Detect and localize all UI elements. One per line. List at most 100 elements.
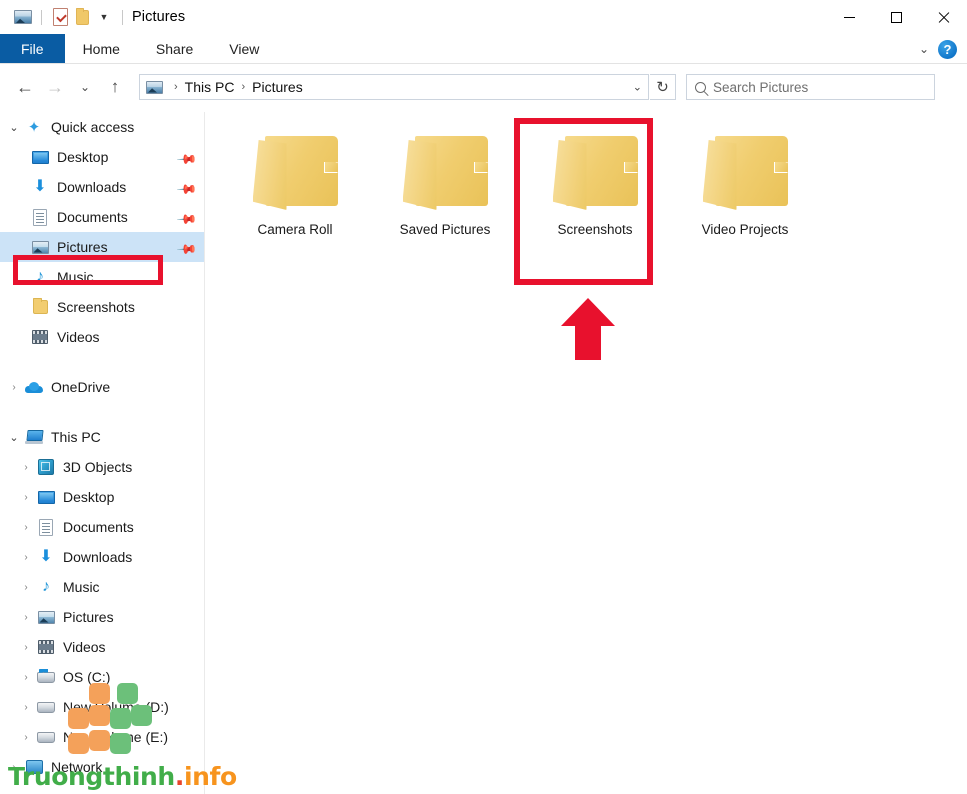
- refresh-button[interactable]: ↻: [650, 74, 676, 100]
- sidebar-item-downloads[interactable]: ⬇ Downloads 📌: [0, 172, 204, 202]
- chevron-right-icon[interactable]: ›: [16, 642, 36, 653]
- sidebar-item-pictures[interactable]: Pictures 📌: [0, 232, 204, 262]
- window-title: Pictures: [132, 9, 186, 25]
- checked-clipboard-icon[interactable]: [49, 6, 71, 28]
- tab-file[interactable]: File: [0, 34, 65, 64]
- drive-icon: [36, 697, 56, 717]
- sidebar-item-music-pc[interactable]: › ♪ Music: [0, 572, 204, 602]
- sidebar-item-downloads-pc[interactable]: › ⬇ Downloads: [0, 542, 204, 572]
- sidebar-group-this-pc[interactable]: ⌄ This PC: [0, 422, 204, 452]
- sidebar-item-label: Videos: [57, 329, 100, 345]
- help-icon[interactable]: ?: [938, 39, 957, 59]
- chevron-right-icon[interactable]: ›: [16, 552, 36, 563]
- folder-item-video-projects[interactable]: Video Projects: [670, 120, 820, 285]
- tab-view[interactable]: View: [211, 34, 277, 64]
- folder-item-camera-roll[interactable]: Camera Roll: [220, 120, 370, 285]
- sidebar-item-videos[interactable]: Videos: [0, 322, 204, 352]
- folder-label: Saved Pictures: [399, 222, 491, 237]
- close-button[interactable]: [920, 0, 967, 34]
- network-icon: [24, 757, 44, 777]
- chevron-right-icon[interactable]: ›: [16, 732, 36, 743]
- chevron-right-icon[interactable]: ›: [16, 522, 36, 533]
- recent-locations-button[interactable]: ⌄: [70, 72, 100, 102]
- chevron-right-icon[interactable]: ›: [4, 762, 24, 773]
- picture-icon: [36, 607, 56, 627]
- address-bar: ← → ⌄ ↑ › This PC › Pictures ⌄ ↻ Search …: [0, 65, 967, 109]
- forward-button[interactable]: →: [40, 72, 70, 102]
- sidebar-group-network[interactable]: › Network: [0, 752, 204, 782]
- folder-label: Video Projects: [701, 222, 789, 237]
- back-button[interactable]: ←: [10, 72, 40, 102]
- folder-icon: [252, 134, 338, 210]
- download-icon: ⬇: [39, 548, 53, 565]
- search-box[interactable]: Search Pictures: [686, 74, 935, 100]
- breadcrumb-item-pictures[interactable]: Pictures: [252, 79, 303, 95]
- star-pin-icon: ✦: [27, 118, 41, 136]
- sidebar-item-label: Desktop: [63, 489, 115, 505]
- breadcrumb-picture-icon: [146, 80, 163, 94]
- sidebar-item-videos-pc[interactable]: › Videos: [0, 632, 204, 662]
- chevron-down-icon[interactable]: ⌄: [4, 121, 24, 134]
- up-button[interactable]: ↑: [100, 72, 130, 102]
- breadcrumb-item-this-pc[interactable]: This PC: [185, 79, 235, 95]
- breadcrumb[interactable]: › This PC › Pictures ⌄: [139, 74, 649, 100]
- breadcrumb-dropdown-icon[interactable]: ⌄: [633, 81, 642, 94]
- quick-access-toolbar: ▼ Pictures: [0, 6, 185, 28]
- document-icon: [36, 517, 56, 537]
- navigation-pane[interactable]: ⌄ ✦ Quick access Desktop 📌 ⬇ Downloads 📌: [0, 112, 205, 794]
- music-note-icon: ♪: [36, 268, 44, 285]
- title-bar: ▼ Pictures: [0, 0, 967, 34]
- chevron-right-icon[interactable]: ›: [16, 612, 36, 623]
- sidebar-item-pictures-pc[interactable]: › Pictures: [0, 602, 204, 632]
- search-input[interactable]: Search Pictures: [713, 80, 808, 95]
- tab-share[interactable]: Share: [138, 34, 211, 64]
- sidebar-item-label: Music: [63, 579, 100, 595]
- sidebar-item-os-drive[interactable]: › OS (C:): [0, 662, 204, 692]
- sidebar-item-label: New Volume (E:): [63, 729, 169, 745]
- toolbar-divider-2: [122, 9, 123, 25]
- sidebar-item-3d-objects[interactable]: › 3D Objects: [0, 452, 204, 482]
- tab-home[interactable]: Home: [65, 34, 138, 64]
- sidebar-item-label: 3D Objects: [63, 459, 133, 475]
- sidebar-item-label: New Volume (D:): [63, 699, 169, 715]
- sidebar-item-documents[interactable]: Documents 📌: [0, 202, 204, 232]
- chevron-down-icon[interactable]: ⌄: [4, 431, 24, 444]
- sidebar-item-new-volume-d[interactable]: › New Volume (D:): [0, 692, 204, 722]
- chevron-right-icon[interactable]: ›: [16, 702, 36, 713]
- minimize-button[interactable]: [826, 0, 873, 34]
- chevron-down-icon[interactable]: ▼: [93, 6, 115, 28]
- desktop-icon: [36, 487, 56, 507]
- search-icon: [695, 81, 706, 93]
- toolbar-divider: [41, 9, 42, 25]
- sidebar-group-onedrive[interactable]: › OneDrive: [0, 372, 204, 402]
- breadcrumb-separator-1: ›: [174, 81, 178, 93]
- chevron-right-icon[interactable]: ›: [4, 382, 24, 393]
- chevron-right-icon[interactable]: ›: [16, 672, 36, 683]
- breadcrumb-separator-2: ›: [241, 81, 246, 93]
- folder-label: Screenshots: [557, 222, 633, 237]
- desktop-icon: [30, 147, 50, 167]
- sidebar-group-quick-access[interactable]: ⌄ ✦ Quick access: [0, 112, 204, 142]
- sidebar-item-documents-pc[interactable]: › Documents: [0, 512, 204, 542]
- sidebar-item-desktop[interactable]: Desktop 📌: [0, 142, 204, 172]
- folder-icon[interactable]: [71, 6, 93, 28]
- drive-icon: [36, 727, 56, 747]
- maximize-button[interactable]: [873, 0, 920, 34]
- sidebar-item-desktop-pc[interactable]: › Desktop: [0, 482, 204, 512]
- sidebar-item-new-volume-e[interactable]: › New Volume (E:): [0, 722, 204, 752]
- sidebar-item-music[interactable]: ♪ Music: [0, 262, 204, 292]
- folder-item-saved-pictures[interactable]: Saved Pictures: [370, 120, 520, 285]
- chevron-right-icon[interactable]: ›: [16, 492, 36, 503]
- folder-item-screenshots[interactable]: Screenshots: [520, 120, 670, 285]
- content-pane[interactable]: Camera Roll Saved Pictures Screenshots V…: [206, 112, 967, 794]
- sidebar-item-label: Screenshots: [57, 299, 135, 315]
- folder-label: Camera Roll: [257, 222, 333, 237]
- sidebar-item-screenshots[interactable]: Screenshots: [0, 292, 204, 322]
- chevron-right-icon[interactable]: ›: [16, 582, 36, 593]
- video-icon: [36, 637, 56, 657]
- picture-icon[interactable]: [12, 6, 34, 28]
- expand-ribbon-icon[interactable]: ⌄: [919, 42, 929, 56]
- chevron-right-icon[interactable]: ›: [16, 462, 36, 473]
- download-icon: ⬇: [33, 178, 47, 195]
- ribbon-right-controls: ⌄ ?: [919, 34, 967, 64]
